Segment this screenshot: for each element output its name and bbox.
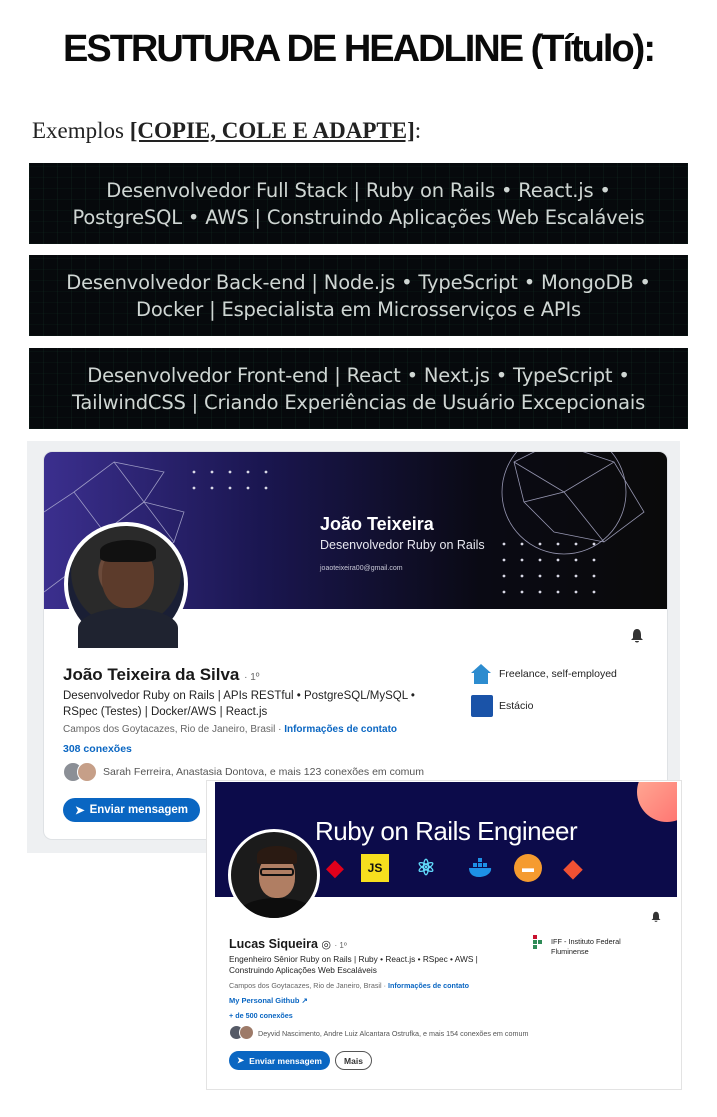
send-icon: ➤ (74, 805, 85, 817)
glasses (260, 868, 294, 876)
examples-instruction: [COPIE, COLE E ADAPTE] (129, 118, 415, 143)
profile-2-name[interactable]: Lucas Siqueira ◎ · 1º (229, 937, 347, 951)
aws-icon: ▬ (514, 854, 542, 882)
mutual-avatars (229, 1025, 257, 1040)
external-link-icon: ↗ (301, 996, 308, 1005)
mutual-avatars (63, 762, 99, 782)
verified-icon: ◎ (321, 939, 332, 951)
github-link-text: My Personal Github (229, 996, 300, 1005)
headline-example-1: Desenvolvedor Full Stack | Ruby on Rails… (29, 163, 688, 244)
examples-prefix: Exemplos (32, 118, 130, 143)
send-message-label: Enviar mensagem (89, 804, 189, 816)
profile-1-location: Campos dos Goytacazes, Rio de Janeiro, B… (63, 724, 397, 735)
contact-info-link[interactable]: Informações de contato (388, 981, 469, 990)
institution[interactable]: IFF - Instituto Federal Fluminense (551, 937, 621, 957)
profile-2-name-text: Lucas Siqueira (229, 937, 318, 951)
cover-email: joaoteixeira00@gmail.com (320, 565, 403, 572)
profile-2-avatar[interactable] (228, 829, 320, 921)
company-2[interactable]: Estácio (499, 700, 533, 712)
headline-example-1-line2: PostgreSQL • AWS | Construindo Aplicaçõe… (72, 205, 645, 229)
page-title: ESTRUTURA DE HEADLINE (Título): (63, 28, 656, 70)
iff-logo-icon (533, 935, 545, 951)
home-icon (471, 664, 491, 684)
javascript-icon: JS (361, 854, 389, 882)
more-button[interactable]: Mais (335, 1051, 372, 1070)
estacio-logo-icon (471, 695, 493, 717)
headline-line1: Desenvolvedor Ruby on Rails | APIs RESTf… (63, 690, 415, 702)
send-message-button[interactable]: ➤ Enviar mensagem (229, 1051, 330, 1070)
send-icon: ➤ (237, 1055, 245, 1065)
headline-example-2: Desenvolvedor Back-end | Node.js • TypeS… (29, 255, 688, 336)
mutual-connections[interactable]: Deyvid Nascimento, Andre Luiz Alcantara … (258, 1029, 528, 1038)
location-text: Campos dos Goytacazes, Rio de Janeiro, B… (229, 981, 388, 990)
institution-line1: IFF - Instituto Federal (551, 937, 621, 946)
connections-link[interactable]: 308 conexões (63, 743, 132, 755)
avatar-body (78, 608, 178, 648)
avatar-hair (257, 846, 297, 864)
ruby-icon: ◆ (326, 855, 344, 880)
bell-icon[interactable] (629, 628, 645, 644)
headline-example-3: Desenvolvedor Front-end | React • Next.j… (29, 348, 688, 429)
connection-degree: · 1º (334, 941, 347, 950)
profile-2-headline: Engenheiro Sênior Ruby on Rails | Ruby •… (229, 954, 478, 976)
cover-title: Ruby on Rails Engineer (315, 816, 578, 846)
examples-colon: : (414, 118, 422, 143)
mutual-connections[interactable]: Sarah Ferreira, Anastasia Dontova, e mai… (103, 766, 424, 778)
cover-name: João Teixeira (320, 514, 434, 534)
send-message-label: Enviar mensagem (249, 1055, 322, 1066)
profile-2-location: Campos dos Goytacazes, Rio de Janeiro, B… (229, 981, 469, 990)
avatar (77, 762, 97, 782)
connections-link[interactable]: + de 500 conexões (229, 1011, 293, 1020)
profile-1-headline: Desenvolvedor Ruby on Rails | APIs RESTf… (63, 688, 415, 720)
react-icon: ⚛ (416, 855, 436, 880)
connection-degree: · 1º (244, 672, 260, 683)
avatar-hair (100, 540, 156, 562)
github-link[interactable]: My Personal Github ↗ (229, 996, 308, 1005)
headline-example-2-line2: Docker | Especialista em Microsserviços … (136, 297, 581, 321)
corner-decoration (637, 782, 677, 822)
avatar (239, 1025, 254, 1040)
cover-role: Desenvolvedor Ruby on Rails (320, 538, 485, 552)
headline-example-3-line1: Desenvolvedor Front-end | React • Next.j… (87, 363, 630, 387)
docker-icon (466, 854, 496, 882)
company-1[interactable]: Freelance, self-employed (499, 668, 617, 680)
headline-line1: Engenheiro Sênior Ruby on Rails | Ruby •… (229, 954, 478, 964)
examples-label: Exemplos [COPIE, COLE E ADAPTE]: (32, 118, 421, 144)
profile-1-name-text: João Teixeira da Silva (63, 665, 240, 684)
avatar-body (239, 898, 315, 918)
headline-line2: Construindo Aplicações Web Escaláveis (229, 965, 377, 975)
headline-example-1-line1: Desenvolvedor Full Stack | Ruby on Rails… (106, 178, 611, 202)
bell-icon[interactable] (650, 910, 662, 922)
profile-1-avatar[interactable] (64, 522, 188, 648)
headline-line2: RSpec (Testes) | Docker/AWS | React.js (63, 706, 268, 718)
headline-example-2-line1: Desenvolvedor Back-end | Node.js • TypeS… (66, 270, 651, 294)
send-message-button[interactable]: ➤ Enviar mensagem (63, 798, 200, 822)
contact-info-link[interactable]: Informações de contato (284, 724, 397, 735)
profile-1-name[interactable]: João Teixeira da Silva · 1º (63, 665, 259, 685)
institution-line2: Fluminense (551, 947, 589, 956)
headline-example-3-line2: TailwindCSS | Criando Experiências de Us… (71, 390, 646, 414)
location-text: Campos dos Goytacazes, Rio de Janeiro, B… (63, 724, 285, 735)
git-icon: ◆ (563, 854, 583, 882)
